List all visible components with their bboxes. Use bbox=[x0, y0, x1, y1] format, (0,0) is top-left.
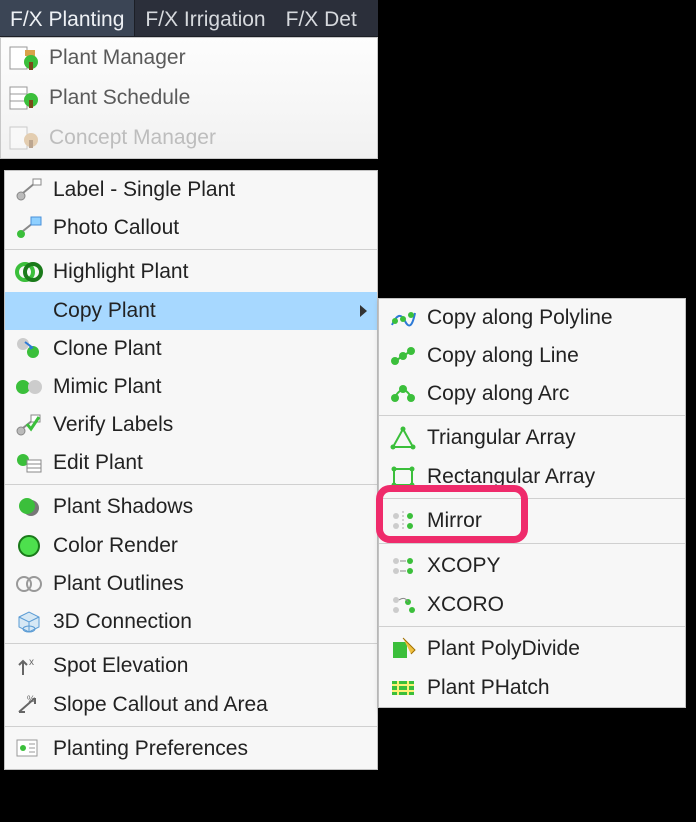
clone-plant-icon bbox=[15, 336, 43, 362]
plant-schedule-icon bbox=[9, 84, 39, 112]
menu-item-label: Spot Elevation bbox=[53, 654, 188, 678]
menu-item-label: Planting Preferences bbox=[53, 737, 248, 761]
verify-labels-icon bbox=[15, 412, 43, 438]
submenu-item-copy-line[interactable]: Copy along Line bbox=[379, 337, 685, 375]
submenu-item-plant-phatch[interactable]: Plant PHatch bbox=[379, 669, 685, 707]
menu-item-label: Copy Plant bbox=[53, 299, 156, 323]
ribbon-item-label: Plant Schedule bbox=[49, 86, 190, 110]
submenu-item-xcoro[interactable]: XCORO bbox=[379, 586, 685, 624]
menu-item-label: Photo Callout bbox=[53, 216, 179, 240]
submenu-item-label: Plant PHatch bbox=[427, 676, 550, 700]
menu-item-label-single-plant[interactable]: Label - Single Plant bbox=[5, 171, 377, 209]
sub-menu-copy-plant: Copy along Polyline Copy along Line Copy… bbox=[378, 298, 686, 708]
menu-item-plant-shadows[interactable]: Plant Shadows bbox=[5, 484, 377, 527]
menu-item-mimic-plant[interactable]: Mimic Plant bbox=[5, 368, 377, 406]
menu-item-slope-callout[interactable]: % Slope Callout and Area bbox=[5, 686, 377, 724]
triangular-array-icon bbox=[389, 425, 417, 451]
menu-item-label: Plant Outlines bbox=[53, 572, 184, 596]
menu-item-verify-labels[interactable]: Verify Labels bbox=[5, 406, 377, 444]
mirror-icon bbox=[389, 508, 417, 534]
highlight-plant-icon bbox=[15, 259, 43, 285]
ribbon-item-concept-manager[interactable]: Concept Manager bbox=[1, 118, 377, 158]
tab-label: F/X Irrigation bbox=[145, 8, 265, 32]
ribbon-item-label: Plant Manager bbox=[49, 46, 186, 70]
submenu-item-label: XCOPY bbox=[427, 554, 501, 578]
photo-callout-icon bbox=[15, 215, 43, 241]
menu-item-edit-plant[interactable]: Edit Plant bbox=[5, 444, 377, 482]
menu-item-label: Plant Shadows bbox=[53, 495, 193, 519]
submenu-arrow-icon bbox=[360, 305, 367, 317]
menu-item-label: Label - Single Plant bbox=[53, 178, 235, 202]
menu-item-label: Mimic Plant bbox=[53, 375, 162, 399]
ribbon-item-plant-manager[interactable]: Plant Manager bbox=[1, 38, 377, 78]
slope-callout-icon: % bbox=[15, 692, 43, 718]
menu-item-clone-plant[interactable]: Clone Plant bbox=[5, 330, 377, 368]
submenu-item-rectangular-array[interactable]: Rectangular Array bbox=[379, 458, 685, 496]
menu-item-label: Verify Labels bbox=[53, 413, 173, 437]
xcopy-icon bbox=[389, 553, 417, 579]
submenu-item-label: Mirror bbox=[427, 509, 482, 533]
submenu-item-label: Rectangular Array bbox=[427, 465, 595, 489]
submenu-item-triangular-array[interactable]: Triangular Array bbox=[379, 415, 685, 458]
menu-item-label: Edit Plant bbox=[53, 451, 143, 475]
menu-item-highlight-plant[interactable]: Highlight Plant bbox=[5, 249, 377, 292]
submenu-item-xcopy[interactable]: XCOPY bbox=[379, 543, 685, 586]
submenu-item-label: Copy along Arc bbox=[427, 382, 569, 406]
menu-item-label: Clone Plant bbox=[53, 337, 162, 361]
rectangular-array-icon bbox=[389, 464, 417, 490]
three-d-connection-icon bbox=[15, 609, 43, 635]
svg-text:x: x bbox=[29, 657, 34, 668]
plant-outlines-icon bbox=[15, 571, 43, 597]
menu-item-spot-elevation[interactable]: x Spot Elevation bbox=[5, 643, 377, 686]
menu-item-planting-preferences[interactable]: Planting Preferences bbox=[5, 726, 377, 769]
tab-fx-irrigation[interactable]: F/X Irrigation bbox=[135, 0, 275, 36]
copy-line-icon bbox=[389, 343, 417, 369]
main-menu: Label - Single Plant Photo Callout Highl… bbox=[4, 170, 378, 770]
plant-shadows-icon bbox=[15, 494, 43, 520]
svg-text:%: % bbox=[27, 694, 35, 704]
plant-phatch-icon bbox=[389, 675, 417, 701]
tab-fx-det[interactable]: F/X Det bbox=[276, 0, 378, 36]
copy-arc-icon bbox=[389, 381, 417, 407]
menu-item-label: Slope Callout and Area bbox=[53, 693, 268, 717]
spot-elevation-icon: x bbox=[15, 653, 43, 679]
plant-polydivide-icon bbox=[389, 636, 417, 662]
submenu-item-label: Copy along Polyline bbox=[427, 306, 613, 330]
submenu-item-label: Plant PolyDivide bbox=[427, 637, 580, 661]
concept-manager-icon bbox=[9, 124, 39, 152]
tab-label: F/X Det bbox=[286, 8, 357, 32]
xcoro-icon bbox=[389, 592, 417, 618]
copy-polyline-icon bbox=[389, 305, 417, 331]
submenu-item-mirror[interactable]: Mirror bbox=[379, 498, 685, 541]
menu-item-plant-outlines[interactable]: Plant Outlines bbox=[5, 565, 377, 603]
color-render-icon bbox=[15, 533, 43, 559]
submenu-item-label: Triangular Array bbox=[427, 426, 576, 450]
menu-item-copy-plant[interactable]: Copy Plant bbox=[5, 292, 377, 330]
tab-fx-planting[interactable]: F/X Planting bbox=[0, 0, 135, 36]
submenu-item-plant-polydivide[interactable]: Plant PolyDivide bbox=[379, 626, 685, 669]
menu-item-3d-connection[interactable]: 3D Connection bbox=[5, 603, 377, 641]
ribbon: Plant Manager Plant Schedule Concept Man… bbox=[0, 37, 378, 159]
menu-item-color-render[interactable]: Color Render bbox=[5, 527, 377, 565]
menu-item-label: Color Render bbox=[53, 534, 178, 558]
ribbon-item-plant-schedule[interactable]: Plant Schedule bbox=[1, 78, 377, 118]
menu-item-label: 3D Connection bbox=[53, 610, 192, 634]
menubar: F/X Planting F/X Irrigation F/X Det bbox=[0, 0, 378, 37]
menu-item-photo-callout[interactable]: Photo Callout bbox=[5, 209, 377, 247]
mimic-plant-icon bbox=[15, 374, 43, 400]
copy-plant-icon bbox=[15, 298, 43, 324]
submenu-item-copy-arc[interactable]: Copy along Arc bbox=[379, 375, 685, 413]
tab-label: F/X Planting bbox=[10, 8, 124, 32]
edit-plant-icon bbox=[15, 450, 43, 476]
submenu-item-label: Copy along Line bbox=[427, 344, 579, 368]
submenu-item-label: XCORO bbox=[427, 593, 504, 617]
submenu-item-copy-polyline[interactable]: Copy along Polyline bbox=[379, 299, 685, 337]
menu-item-label: Highlight Plant bbox=[53, 260, 188, 284]
planting-preferences-icon bbox=[15, 736, 43, 762]
plant-manager-icon bbox=[9, 44, 39, 72]
ribbon-item-label: Concept Manager bbox=[49, 126, 216, 150]
label-single-plant-icon bbox=[15, 177, 43, 203]
